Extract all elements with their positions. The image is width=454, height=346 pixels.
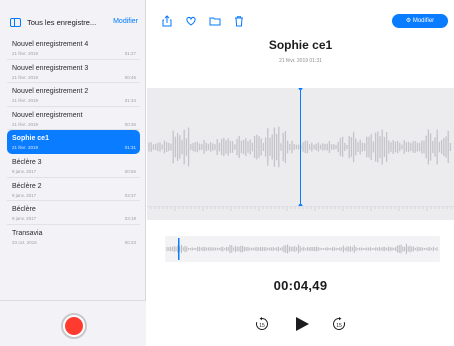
recording-name: Transavia	[12, 229, 43, 237]
skip-forward-icon: 15	[333, 317, 345, 330]
recording-name: Nouvel enregistrement 2	[12, 88, 89, 96]
recording-item[interactable]: Nouvel enregistrement 3 21 févr. 2019 00…	[7, 60, 140, 84]
recording-name: Béclère 2	[12, 182, 42, 190]
recording-item[interactable]: Transavia 23 oct. 2016 00:23	[7, 225, 140, 249]
heart-icon[interactable]	[185, 15, 197, 27]
recording-duration: 03:18	[124, 216, 136, 222]
skip-back-button[interactable]: 15	[254, 316, 270, 337]
share-icon[interactable]	[161, 15, 173, 27]
recording-name: Sophie ce1	[12, 135, 49, 143]
recording-date: 21 févr. 2019	[12, 98, 39, 104]
recording-name: Nouvel enregistrement 4	[12, 41, 89, 48]
record-button[interactable]	[61, 313, 87, 339]
skip-back-label: 15	[259, 323, 265, 329]
playback-time: 00:04,49	[273, 278, 328, 293]
skip-forward-label: 15	[336, 323, 342, 329]
recording-duration: 00:46	[124, 74, 136, 80]
waveform-area[interactable]	[147, 86, 454, 208]
recording-date: 21 févr. 2019	[12, 74, 39, 80]
recording-duration: 00:56	[124, 168, 136, 174]
sidebar-toggle-icon[interactable]	[10, 18, 21, 27]
recording-name: Nouvel enregistrement	[12, 111, 83, 119]
waveform	[148, 86, 452, 208]
overview-waveform	[166, 238, 438, 260]
skip-back-icon: 15	[256, 317, 268, 330]
sidebar-header: Tous les enregistre... Modifier	[0, 12, 146, 34]
skip-forward-button[interactable]: 15	[331, 316, 347, 337]
recording-duration: 01:31	[124, 145, 136, 151]
edit-recording-button[interactable]: ⚙ Modifier	[392, 14, 448, 28]
recording-date: 9 janv. 2017	[12, 216, 37, 222]
recording-name: Béclère 3	[12, 158, 42, 166]
recording-date: 9 janv. 2017	[12, 168, 37, 174]
recording-duration: 00:23	[124, 239, 136, 245]
play-icon	[296, 317, 309, 331]
recordings-list: Nouvel enregistrement 4 21 févr. 2019 01…	[0, 36, 146, 248]
recording-subtitle: 21 févr. 2019 01:31	[279, 58, 322, 64]
recording-title: Sophie ce1	[268, 38, 333, 52]
recording-item[interactable]: Béclère 9 janv. 2017 03:18	[7, 201, 140, 225]
recordings-sidebar: Tous les enregistre... Modifier Nouvel e…	[0, 0, 146, 346]
recording-item[interactable]: Nouvel enregistrement 2 21 févr. 2019 01…	[7, 83, 140, 107]
recording-date: 21 févr. 2019	[12, 145, 39, 151]
sidebar-title[interactable]: Tous les enregistre...	[27, 18, 96, 27]
recording-date: 9 janv. 2017	[12, 192, 37, 198]
recording-date: 23 oct. 2016	[12, 239, 37, 245]
ruler-ticks	[150, 207, 452, 211]
recording-duration: 00:36	[124, 121, 136, 127]
sidebar-edit-button[interactable]: Modifier	[113, 18, 138, 25]
recording-name: Nouvel enregistrement 3	[12, 64, 89, 72]
recording-date: 21 févr. 2019	[12, 121, 39, 127]
recording-item[interactable]: Béclère 2 9 janv. 2017 03:37	[7, 178, 140, 202]
recording-item[interactable]: Nouvel enregistrement 21 févr. 2019 00:3…	[7, 107, 140, 131]
play-button[interactable]	[293, 315, 311, 338]
recording-item-selected[interactable]: Sophie ce1 21 févr. 2019 01:31	[7, 130, 140, 154]
trash-icon[interactable]	[233, 15, 245, 27]
recording-duration: 03:37	[124, 192, 136, 198]
recording-item[interactable]: Nouvel enregistrement 4 21 févr. 2019 01…	[7, 36, 140, 60]
recording-detail: ⚙ Modifier Sophie ce1 21 févr. 2019 01:3…	[147, 0, 454, 346]
recording-item[interactable]: Béclère 3 9 janv. 2017 00:56	[7, 154, 140, 178]
playhead-handle[interactable]	[298, 86, 303, 90]
folder-icon[interactable]	[209, 15, 221, 27]
time-ruler	[147, 206, 454, 220]
recording-name: Béclère	[12, 206, 36, 214]
recording-duration: 01:34	[124, 98, 136, 104]
overview-scrubber[interactable]	[165, 236, 440, 262]
recording-duration: 01:27	[124, 51, 136, 56]
record-area	[0, 300, 146, 346]
recording-date: 21 févr. 2019	[12, 51, 39, 56]
